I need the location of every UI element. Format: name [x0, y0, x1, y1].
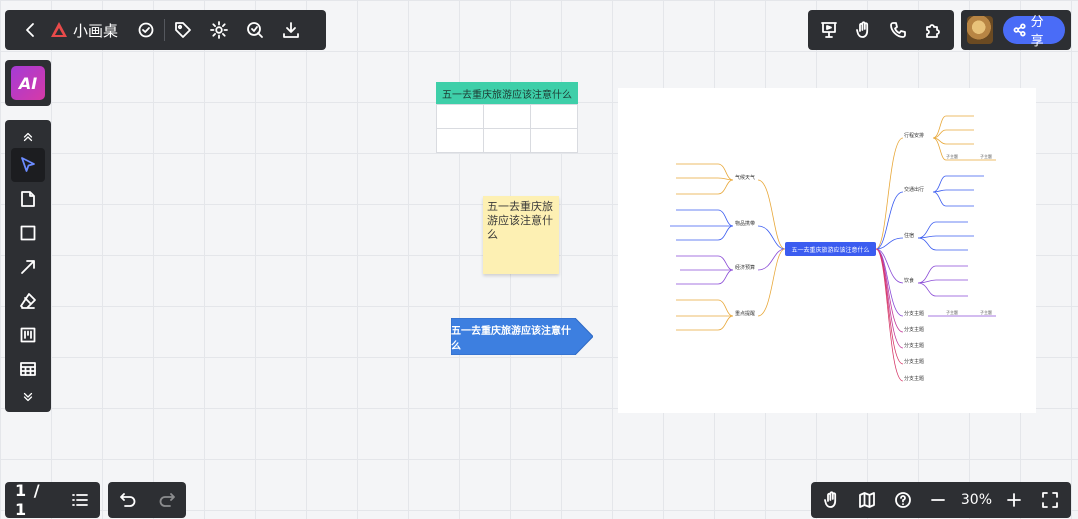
hand-raise-icon[interactable] — [847, 10, 881, 50]
ai-panel: AI — [5, 60, 51, 106]
mind-map[interactable]: 五一去重庆旅游应该注意什么 行程安排 交通出行 住宿 饮食 分支主题 分支主题 … — [618, 88, 1036, 413]
mind-map-branch[interactable]: 住宿 — [904, 232, 914, 239]
check-circle-icon[interactable] — [128, 10, 164, 50]
share-icon — [1014, 23, 1027, 37]
zoom-level[interactable]: 30% — [961, 492, 992, 508]
mind-map-branch[interactable]: 经济预算 — [735, 264, 755, 271]
mind-map-branch[interactable]: 分支主题 — [904, 358, 924, 365]
settings-icon[interactable] — [201, 10, 237, 50]
arrow-shape[interactable]: 五一去重庆旅游应该注意什么 — [450, 317, 594, 356]
select-pointer-icon[interactable] — [11, 148, 45, 182]
frame-icon[interactable] — [5, 318, 51, 352]
mind-map-branch[interactable]: 重点提醒 — [735, 310, 755, 317]
history-bar — [108, 482, 186, 518]
zoom-out-icon[interactable] — [925, 482, 951, 518]
zoom-bar: 30% — [811, 482, 1071, 518]
help-icon[interactable] — [890, 482, 916, 518]
mind-map-branch[interactable]: 气候天气 — [735, 174, 755, 181]
mind-map-branch[interactable]: 行程安排 — [904, 132, 924, 139]
back-icon[interactable] — [13, 10, 49, 50]
expand-down-icon[interactable] — [5, 386, 51, 408]
sticky-note[interactable]: 五一去重庆旅游应该注意什么 — [483, 196, 559, 274]
ai-assist-icon[interactable] — [237, 10, 273, 50]
table-icon[interactable] — [5, 352, 51, 386]
share-button[interactable]: 分享 — [1003, 15, 1065, 49]
download-icon[interactable] — [273, 10, 309, 50]
mind-map-branch[interactable]: 交通出行 — [904, 186, 924, 193]
presentation-icon[interactable] — [812, 10, 846, 50]
app-logo[interactable]: 小画桌 — [49, 20, 128, 41]
ai-button[interactable]: AI — [11, 66, 45, 100]
user-share-bar: 分享 — [961, 10, 1071, 50]
page-indicator[interactable]: 1 / 1 — [15, 481, 56, 519]
arrow-line-icon[interactable] — [5, 250, 51, 284]
sticky-note-icon[interactable] — [5, 182, 51, 216]
mind-map-branch[interactable]: 分支主题 — [904, 342, 924, 349]
map-icon[interactable] — [854, 482, 880, 518]
table-cell[interactable] — [436, 104, 484, 129]
canvas-table[interactable]: 五一去重庆旅游应该注意什么 — [436, 82, 578, 153]
mind-map-branch[interactable]: 分支主题 — [904, 326, 924, 333]
redo-icon[interactable] — [157, 490, 177, 510]
share-label: 分享 — [1030, 15, 1044, 49]
fullscreen-icon[interactable] — [1037, 482, 1063, 518]
table-cell[interactable] — [483, 104, 531, 129]
mind-map-leaf[interactable]: 子主题 — [980, 310, 992, 316]
page-bar: 1 / 1 — [5, 481, 100, 519]
tag-icon[interactable] — [165, 10, 201, 50]
table-grid — [436, 104, 578, 153]
collapse-up-icon[interactable] — [5, 126, 51, 148]
undo-icon[interactable] — [118, 490, 138, 510]
table-cell[interactable] — [436, 128, 484, 153]
table-cell[interactable] — [530, 104, 578, 129]
logo-icon — [51, 22, 67, 37]
mind-map-leaf[interactable]: 子主题 — [946, 154, 958, 160]
table-title: 五一去重庆旅游应该注意什么 — [436, 82, 578, 104]
zoom-in-icon[interactable] — [1001, 482, 1027, 518]
mind-map-branch[interactable]: 分支主题 — [904, 375, 924, 382]
app-name: 小画桌 — [73, 21, 119, 40]
page-list-icon[interactable] — [70, 490, 90, 510]
avatar[interactable] — [967, 16, 994, 44]
mind-map-branch[interactable]: 分支主题 — [904, 310, 924, 317]
phone-icon[interactable] — [881, 10, 915, 50]
arrow-shape-text: 五一去重庆旅游应该注意什么 — [451, 325, 571, 352]
top-right-toolbar — [808, 10, 954, 50]
mind-map-leaf[interactable]: 子主题 — [980, 154, 992, 160]
plugin-icon[interactable] — [916, 10, 950, 50]
table-cell[interactable] — [530, 128, 578, 153]
mind-map-center[interactable]: 五一去重庆旅游应该注意什么 — [785, 242, 876, 256]
hand-icon[interactable] — [819, 482, 845, 518]
rectangle-icon[interactable] — [5, 216, 51, 250]
left-toolbar — [5, 120, 51, 412]
mind-map-branch[interactable]: 物品携带 — [735, 220, 755, 227]
mind-map-branch[interactable]: 饮食 — [904, 277, 914, 284]
top-left-toolbar: 小画桌 — [5, 10, 326, 50]
mind-map-leaf[interactable]: 子主题 — [946, 310, 958, 316]
eraser-icon[interactable] — [5, 284, 51, 318]
table-cell[interactable] — [483, 128, 531, 153]
